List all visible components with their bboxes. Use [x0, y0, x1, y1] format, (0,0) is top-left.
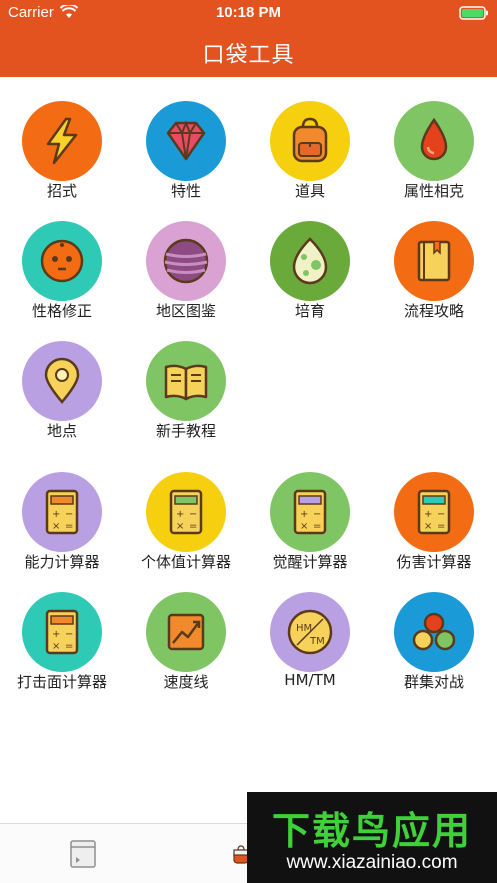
tool-label: 群集对战: [403, 673, 464, 691]
tool-item-abilities[interactable]: 特性: [124, 77, 248, 200]
battery-icon: [459, 6, 488, 20]
svg-text:×: ×: [52, 641, 60, 652]
svg-text:=: =: [189, 521, 197, 532]
tool-item-stat-calculator[interactable]: + − × = 能力计算器: [0, 448, 124, 571]
svg-text:×: ×: [424, 521, 432, 532]
icon-circle: [270, 221, 350, 301]
balls-icon: [412, 612, 456, 651]
svg-text:=: =: [65, 521, 73, 532]
tool-item-breeding[interactable]: 培育: [248, 197, 372, 320]
calculator-icon: + − × =: [45, 609, 79, 655]
icon-circle: [146, 592, 226, 672]
svg-text:−: −: [65, 509, 73, 520]
calculator-icon: + − × =: [45, 489, 79, 535]
tool-item-coverage-calculator[interactable]: + − × = 打击面计算器: [0, 568, 124, 691]
svg-text:−: −: [189, 509, 197, 520]
icon-circle: + − × =: [22, 472, 102, 552]
open-book-icon: [164, 364, 208, 401]
tool-label: 培育: [294, 302, 325, 320]
page-title: 口袋工具: [202, 43, 295, 68]
svg-text:+: +: [300, 509, 308, 520]
svg-text:+: +: [52, 629, 60, 640]
svg-text:=: =: [437, 521, 445, 532]
icon-circle: [394, 101, 474, 181]
tool-item-tutorial[interactable]: 新手教程: [124, 317, 248, 440]
icon-circle: [394, 221, 474, 301]
tool-item-nature[interactable]: 性格修正: [0, 197, 124, 320]
svg-text:−: −: [65, 629, 73, 640]
svg-text:−: −: [437, 509, 445, 520]
tool-item-damage-calculator[interactable]: + − × = 伤害计算器: [372, 448, 496, 571]
icon-circle: [270, 101, 350, 181]
tool-item-locations[interactable]: 地点: [0, 317, 124, 440]
watermark-banner: 下载鸟应用 www.xiazainiao.com: [247, 792, 497, 883]
header-bar: Carrier 10:18 PM 口袋工具: [0, 0, 497, 77]
svg-text:×: ×: [52, 521, 60, 532]
sphere-icon: [163, 238, 209, 284]
lightning-icon: [46, 117, 78, 165]
tool-label: 地点: [46, 422, 77, 440]
book-icon: [417, 240, 451, 282]
calculator-icon: + − × =: [293, 489, 327, 535]
gem-icon: [166, 120, 206, 161]
icon-circle: [22, 101, 102, 181]
tool-item-type-chart[interactable]: 属性相克: [372, 77, 496, 200]
tool-label: 打击面计算器: [16, 673, 107, 691]
status-time: 10:18 PM: [215, 4, 282, 21]
icon-circle: [22, 341, 102, 421]
icon-circle: + − × =: [270, 472, 350, 552]
tool-label: HM/TM: [284, 671, 336, 689]
drop-icon: [420, 117, 448, 161]
svg-text:×: ×: [300, 521, 308, 532]
icon-circle: [146, 221, 226, 301]
watermark-title: 下载鸟应用: [271, 809, 472, 853]
status-bar: Carrier 10:18 PM: [0, 0, 497, 26]
tool-item-items[interactable]: 道具: [248, 77, 372, 200]
icon-circle: HM TM: [270, 592, 350, 672]
tool-item-hm-tm[interactable]: HM TM HM/TM: [248, 568, 372, 689]
svg-text:−: −: [313, 509, 321, 520]
tool-item-awakening-calculator[interactable]: + − × = 觉醒计算器: [248, 448, 372, 571]
icon-circle: [146, 101, 226, 181]
map-pin-icon: [44, 357, 80, 404]
tool-item-speed-line[interactable]: 速度线: [124, 568, 248, 691]
icon-circle: + − × =: [394, 472, 474, 552]
svg-text:=: =: [65, 641, 73, 652]
icon-circle: + − × =: [22, 592, 102, 672]
disc-icon: HM TM: [287, 609, 333, 655]
tool-item-walkthrough[interactable]: 流程攻略: [372, 197, 496, 320]
tool-item-group-battle[interactable]: 群集对战: [372, 568, 496, 691]
calculator-icon: + − × =: [417, 489, 451, 535]
icon-circle: + − × =: [146, 472, 226, 552]
tool-label: 流程攻略: [403, 302, 464, 320]
svg-text:+: +: [424, 509, 432, 520]
tool-item-moves[interactable]: 招式: [0, 77, 124, 200]
icon-circle: [146, 341, 226, 421]
face-icon: [40, 239, 84, 283]
disc-label-top: HM: [296, 623, 312, 634]
window-icon: [70, 840, 96, 868]
egg-icon: [292, 237, 328, 285]
backpack-icon: [292, 117, 328, 163]
chart-up-icon: [167, 613, 205, 651]
icon-circle: [22, 221, 102, 301]
tab-first[interactable]: [0, 824, 248, 883]
tool-item-pokedex[interactable]: 地区图鉴: [124, 197, 248, 320]
svg-text:+: +: [176, 509, 184, 520]
disc-label-bottom: TM: [309, 636, 325, 647]
calculator-icon: + − × =: [169, 489, 203, 535]
svg-text:=: =: [313, 521, 321, 532]
watermark-url: www.xiazainiao.com: [286, 852, 458, 873]
svg-text:+: +: [52, 509, 60, 520]
svg-text:×: ×: [176, 521, 184, 532]
icon-circle: [394, 592, 474, 672]
tool-item-iv-calculator[interactable]: + − × = 个体值计算器: [124, 448, 248, 571]
tool-label: 新手教程: [155, 422, 216, 440]
tool-label: 速度线: [163, 673, 209, 691]
